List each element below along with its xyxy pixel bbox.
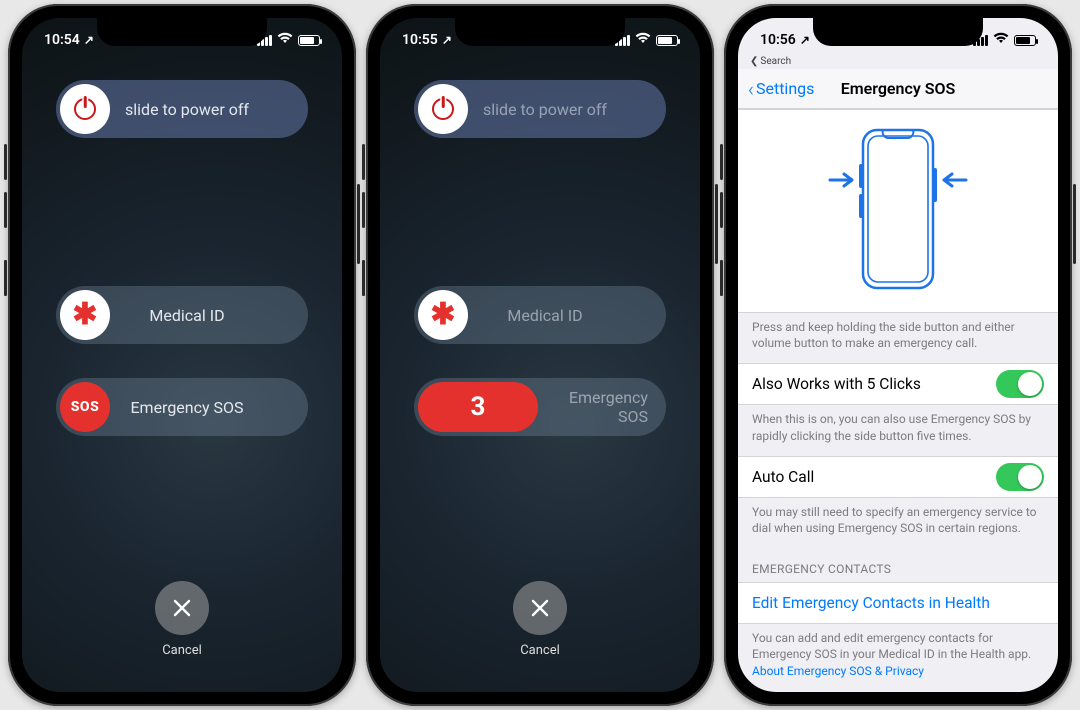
auto-call-label: Auto Call [752, 468, 814, 486]
edit-contacts-row[interactable]: Edit Emergency Contacts in Health [738, 582, 1058, 624]
status-time: 10:54 [44, 32, 80, 48]
location-icon: ↗ [84, 33, 94, 47]
notch [455, 18, 625, 46]
cancel-label: Cancel [155, 643, 209, 658]
medical-id-thumb[interactable]: ✱ [60, 290, 110, 340]
scroll-content[interactable]: Press and keep holding the side button a… [738, 109, 1058, 692]
contacts-header: EMERGENCY CONTACTS [738, 548, 1058, 582]
settings-screen: 10:56 ↗ ❮ Search ‹ Settings [738, 18, 1058, 692]
cancel-label: Cancel [513, 643, 567, 658]
wifi-icon [993, 32, 1009, 48]
cancel-group: Cancel [513, 581, 567, 658]
edit-contacts-link[interactable]: Edit Emergency Contacts in Health [752, 594, 990, 612]
power-off-slider[interactable]: slide to power off [414, 80, 666, 138]
auto-call-toggle[interactable] [996, 463, 1044, 491]
status-time: 10:56 [760, 32, 796, 48]
power-off-thumb[interactable] [418, 84, 468, 134]
power-off-label: slide to power off [110, 100, 304, 119]
cancel-button[interactable] [513, 581, 567, 635]
page-title: Emergency SOS [738, 79, 1058, 98]
five-clicks-toggle[interactable] [996, 370, 1044, 398]
battery-icon [298, 35, 320, 46]
chevron-left-icon: ❮ [750, 56, 758, 67]
emergency-sos-slider[interactable]: SOS Emergency SOS [56, 378, 308, 436]
power-off-thumb[interactable] [60, 84, 110, 134]
sos-illustration [738, 109, 1058, 313]
phone-frame-2: 10:55 ↗ slide to power off [366, 4, 714, 706]
medical-id-label: Medical ID [468, 306, 662, 325]
sos-thumb[interactable]: SOS [60, 382, 110, 432]
illustration-note: Press and keep holding the side button a… [738, 313, 1058, 363]
power-off-label: slide to power off [468, 100, 662, 119]
contacts-note-text: You can add and edit emergency contacts … [752, 631, 1031, 661]
five-clicks-note: When this is on, you can also use Emerge… [738, 405, 1058, 455]
phone-press-icon [828, 124, 968, 294]
power-off-slider[interactable]: slide to power off [56, 80, 308, 138]
cancel-group: Cancel [155, 581, 209, 658]
power-off-screen: 10:54 ↗ slide to power off [22, 18, 342, 692]
power-icon [74, 98, 96, 120]
medical-id-thumb[interactable]: ✱ [418, 290, 468, 340]
medical-id-label: Medical ID [110, 306, 304, 325]
sos-countdown-pill[interactable]: 3 [418, 382, 538, 432]
breadcrumb[interactable]: ❮ Search [738, 56, 1058, 69]
emergency-sos-slider[interactable]: 3 Emergency SOS [414, 378, 666, 436]
breadcrumb-label: Search [760, 56, 791, 67]
notch [813, 18, 983, 46]
close-icon [171, 597, 193, 619]
sos-countdown-screen: 10:55 ↗ slide to power off [380, 18, 700, 692]
phone-frame-3: 10:56 ↗ ❮ Search ‹ Settings [724, 4, 1072, 706]
asterisk-icon: ✱ [72, 300, 97, 330]
auto-call-row: Auto Call [738, 456, 1058, 498]
auto-call-note: You may still need to specify an emergen… [738, 498, 1058, 548]
notch [97, 18, 267, 46]
battery-icon [656, 35, 678, 46]
phone-frame-1: 10:54 ↗ slide to power off [8, 4, 356, 706]
location-icon: ↗ [442, 33, 452, 47]
battery-icon [1014, 35, 1036, 46]
nav-bar: ‹ Settings Emergency SOS [738, 69, 1058, 109]
contacts-note: You can add and edit emergency contacts … [738, 624, 1058, 691]
wifi-icon [635, 32, 651, 48]
five-clicks-label: Also Works with 5 Clicks [752, 375, 921, 393]
medical-id-slider[interactable]: ✱ Medical ID [56, 286, 308, 344]
about-sos-link[interactable]: About Emergency SOS & Privacy [752, 664, 924, 678]
wifi-icon [277, 32, 293, 48]
cancel-button[interactable] [155, 581, 209, 635]
power-icon [432, 98, 454, 120]
location-icon: ↗ [800, 33, 810, 47]
close-icon [529, 597, 551, 619]
asterisk-icon: ✱ [430, 300, 455, 330]
status-time: 10:55 [402, 32, 438, 48]
medical-id-slider[interactable]: ✱ Medical ID [414, 286, 666, 344]
five-clicks-row: Also Works with 5 Clicks [738, 363, 1058, 405]
sos-label: Emergency SOS [110, 398, 304, 417]
